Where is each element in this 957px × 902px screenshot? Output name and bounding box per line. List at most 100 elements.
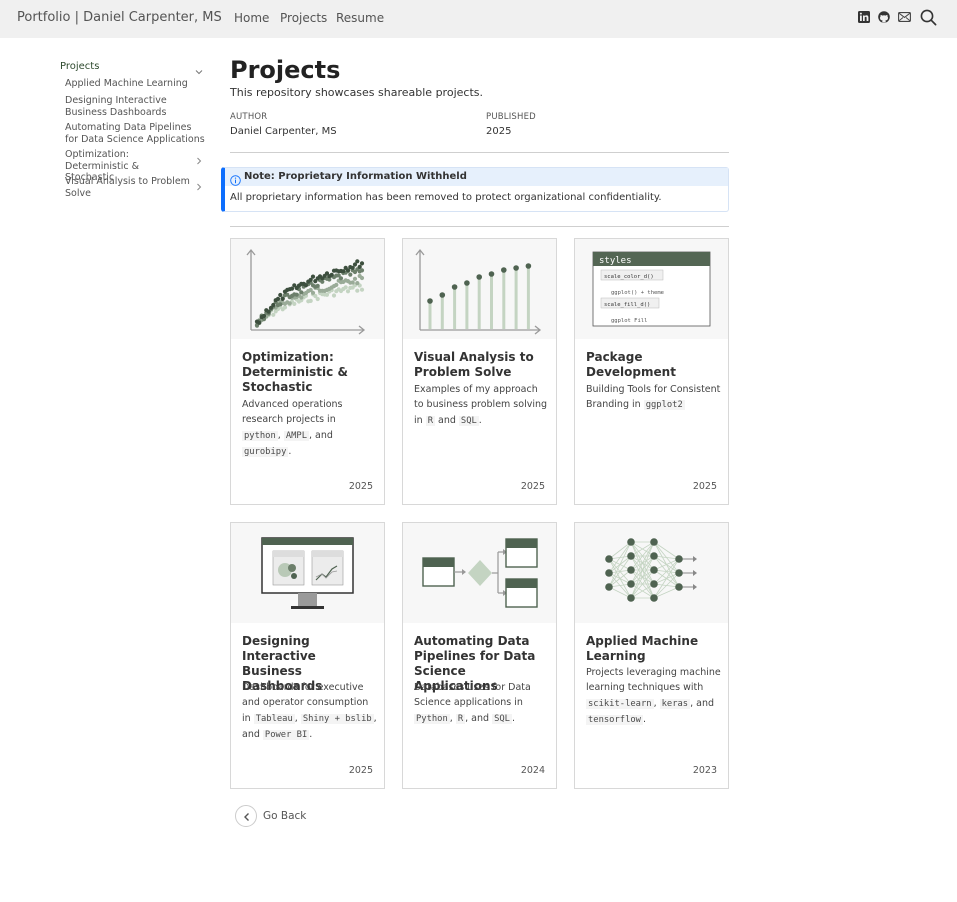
- nn-output-arrowhead: [693, 556, 697, 562]
- sidebar-item-visual-analysis[interactable]: Visual Analysis to Problem Solve: [65, 176, 190, 199]
- callout-title: Note: Proprietary Information Withheld: [244, 171, 467, 182]
- card-description: Building Tools for Consistent Branding i…: [586, 384, 721, 411]
- chevron-right-icon[interactable]: [194, 177, 204, 191]
- project-card-dashboards[interactable]: Designing Interactive Business Dashboard…: [230, 522, 385, 789]
- site-brand[interactable]: Portfolio | Daniel Carpenter, MS: [17, 10, 222, 25]
- project-card-optimization[interactable]: Optimization: Deterministic & Stochastic…: [230, 238, 385, 505]
- nn-output-arrowhead: [693, 584, 697, 590]
- card-title: Optimization: Deterministic & Stochastic: [242, 350, 348, 394]
- inline-code: SQL: [492, 713, 512, 724]
- neural-network-icon: [575, 523, 728, 623]
- scatter-dot: [299, 295, 304, 300]
- mail-icon[interactable]: [898, 12, 912, 26]
- callout-note: Note: Proprietary Information Withheld A…: [221, 167, 729, 212]
- lollipop-head: [439, 292, 446, 298]
- scatter-dot: [278, 302, 283, 307]
- scatter-growth-chart-icon: [231, 239, 384, 339]
- card-description: Databases uses for Data Science applicat…: [414, 682, 531, 724]
- scatter-dot: [266, 309, 271, 314]
- inline-code: gurobipy: [242, 446, 289, 457]
- nav-link-projects[interactable]: Projects: [280, 11, 327, 25]
- chevron-right-icon[interactable]: [194, 151, 204, 165]
- scatter-dot: [355, 259, 360, 264]
- card-description: Dashboards for executive and operator co…: [242, 682, 377, 740]
- nn-node: [650, 538, 658, 546]
- nav-link-home[interactable]: Home: [234, 11, 269, 25]
- scatter-dot: [287, 301, 292, 306]
- inline-code: Shiny + bslib: [300, 713, 374, 724]
- project-card-data-pipelines[interactable]: Automating Data Pipelines for Data Scien…: [402, 522, 557, 789]
- nn-node: [605, 583, 613, 591]
- search-icon[interactable]: [920, 9, 938, 27]
- scatter-dot: [271, 312, 276, 317]
- sidebar-item-automating-pipelines[interactable]: Automating Data Pipelines for Data Scien…: [65, 122, 205, 145]
- inline-code: Power BI: [262, 729, 310, 740]
- project-card-visual-analysis[interactable]: Visual Analysis to Problem Solve Example…: [402, 238, 557, 505]
- scatter-dot: [329, 272, 334, 277]
- nn-node: [650, 552, 658, 560]
- nn-node: [605, 569, 613, 577]
- code-line: scale_color_d(): [604, 274, 654, 280]
- card-description: Projects leveraging machine learning tec…: [586, 667, 721, 725]
- github-icon[interactable]: [878, 11, 892, 25]
- scatter-dot: [350, 280, 355, 285]
- card-date: 2025: [692, 481, 717, 492]
- inline-code: Tableau: [253, 713, 295, 724]
- nn-node: [650, 594, 658, 602]
- scatter-dot: [331, 293, 337, 298]
- page-subtitle: This repository showcases shareable proj…: [230, 86, 483, 99]
- header-divider: [230, 152, 729, 153]
- info-icon: [230, 171, 241, 186]
- scatter-dot: [299, 290, 304, 295]
- scatter-dot: [359, 268, 365, 273]
- project-card-machine-learning[interactable]: Applied Machine Learning Projects levera…: [574, 522, 729, 789]
- nav-link-resume[interactable]: Resume: [336, 11, 384, 25]
- scatter-dot: [359, 261, 365, 266]
- inline-code: R: [425, 415, 435, 426]
- scatter-dot: [343, 285, 348, 290]
- card-title: Applied Machine Learning: [586, 634, 699, 663]
- nn-node: [675, 569, 683, 577]
- lollipop-head: [513, 265, 519, 271]
- lollipop-head: [525, 263, 532, 269]
- sidebar-item-designing-dashboards[interactable]: Designing Interactive Business Dashboard…: [65, 95, 175, 118]
- card-date: 2025: [348, 481, 373, 492]
- scatter-dot: [257, 320, 262, 325]
- project-card-package-development[interactable]: styles scale_color_d() ggplot() + theme …: [574, 238, 729, 505]
- published-value: 2025: [486, 126, 512, 137]
- code-styles-screenshot-icon: styles scale_color_d() ggplot() + theme …: [575, 239, 728, 339]
- chevron-down-icon[interactable]: [194, 62, 204, 75]
- author-value: Daniel Carpenter, MS: [230, 126, 337, 137]
- scatter-dot: [292, 301, 297, 306]
- lollipop-head: [488, 271, 495, 277]
- inline-code: SQL: [458, 415, 479, 426]
- published-label: PUBLISHED: [486, 112, 536, 122]
- card-description: Advanced operations research projects in…: [242, 399, 343, 457]
- code-line: ggplot() + theme: [611, 290, 664, 296]
- chevron-left-icon[interactable]: [235, 805, 257, 827]
- inline-code: scikit-learn: [586, 698, 654, 709]
- code-line: ggplot Fill: [611, 318, 647, 324]
- go-back-label: Go Back: [263, 810, 307, 822]
- scatter-dot: [338, 276, 344, 281]
- card-title: Visual Analysis to Problem Solve: [414, 350, 534, 379]
- sidebar-section-projects[interactable]: Projects: [60, 61, 99, 72]
- sidebar-item-applied-machine-learning[interactable]: Applied Machine Learning: [65, 78, 195, 90]
- scatter-dot: [355, 281, 360, 286]
- card-title: Package Development: [586, 350, 676, 379]
- nn-node: [627, 538, 635, 546]
- scatter-dot: [282, 305, 288, 310]
- scatter-dot: [303, 283, 309, 288]
- scatter-dot: [308, 298, 313, 303]
- go-back-button[interactable]: Go Back: [235, 805, 315, 827]
- callout-header: Note: Proprietary Information Withheld: [225, 168, 728, 186]
- nn-node: [627, 566, 635, 574]
- nn-edge: [653, 572, 680, 599]
- scatter-dot: [334, 282, 339, 287]
- callout-divider: [230, 226, 729, 227]
- nn-node: [650, 566, 658, 574]
- card-description: Examples of my approach to business prob…: [414, 384, 548, 426]
- linkedin-icon[interactable]: [858, 11, 872, 25]
- dashboard-monitor-icon: [231, 523, 384, 623]
- scatter-dot: [355, 288, 360, 293]
